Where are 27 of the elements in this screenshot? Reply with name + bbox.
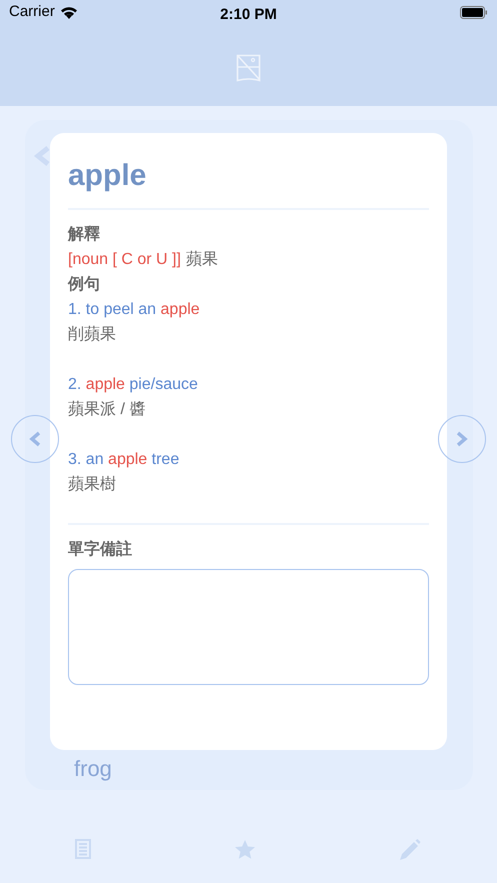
list-icon[interactable] xyxy=(75,839,91,859)
word-text: frog xyxy=(74,755,112,783)
example-sentence: 1. to peel an apple xyxy=(68,300,201,320)
note-field[interactable] xyxy=(68,569,429,685)
example-translation: 蘋果樹 xyxy=(68,474,117,495)
carrier-name: Carrier xyxy=(9,2,55,22)
section-label: 單字備註 xyxy=(68,539,133,560)
example-sentence: 3. an apple tree xyxy=(68,450,180,470)
previous-button[interactable] xyxy=(11,415,59,463)
back-chevron-icon xyxy=(33,146,50,166)
example-sentence: 2. apple pie/sauce xyxy=(68,375,199,395)
section-label: 解釋 xyxy=(68,224,101,245)
chevron-left-icon xyxy=(29,431,41,447)
pencil-icon[interactable] xyxy=(400,839,421,860)
wifi-icon xyxy=(60,6,78,19)
definition-text: 蘋果 xyxy=(186,250,218,270)
section-label: 例句 xyxy=(68,274,101,295)
chevron-right-icon xyxy=(456,431,468,447)
next-button[interactable] xyxy=(438,415,486,463)
status-time: 2:10 PM xyxy=(220,5,277,25)
battery-icon xyxy=(460,6,488,19)
example-translation: 蘋果派 / 醬 xyxy=(68,400,146,420)
star-icon[interactable] xyxy=(235,840,255,859)
headword: apple xyxy=(68,158,148,194)
image-icon xyxy=(236,54,261,82)
part-of-speech: [noun [ C or U ]] xyxy=(68,250,181,270)
example-translation: 削蘋果 xyxy=(68,324,117,345)
